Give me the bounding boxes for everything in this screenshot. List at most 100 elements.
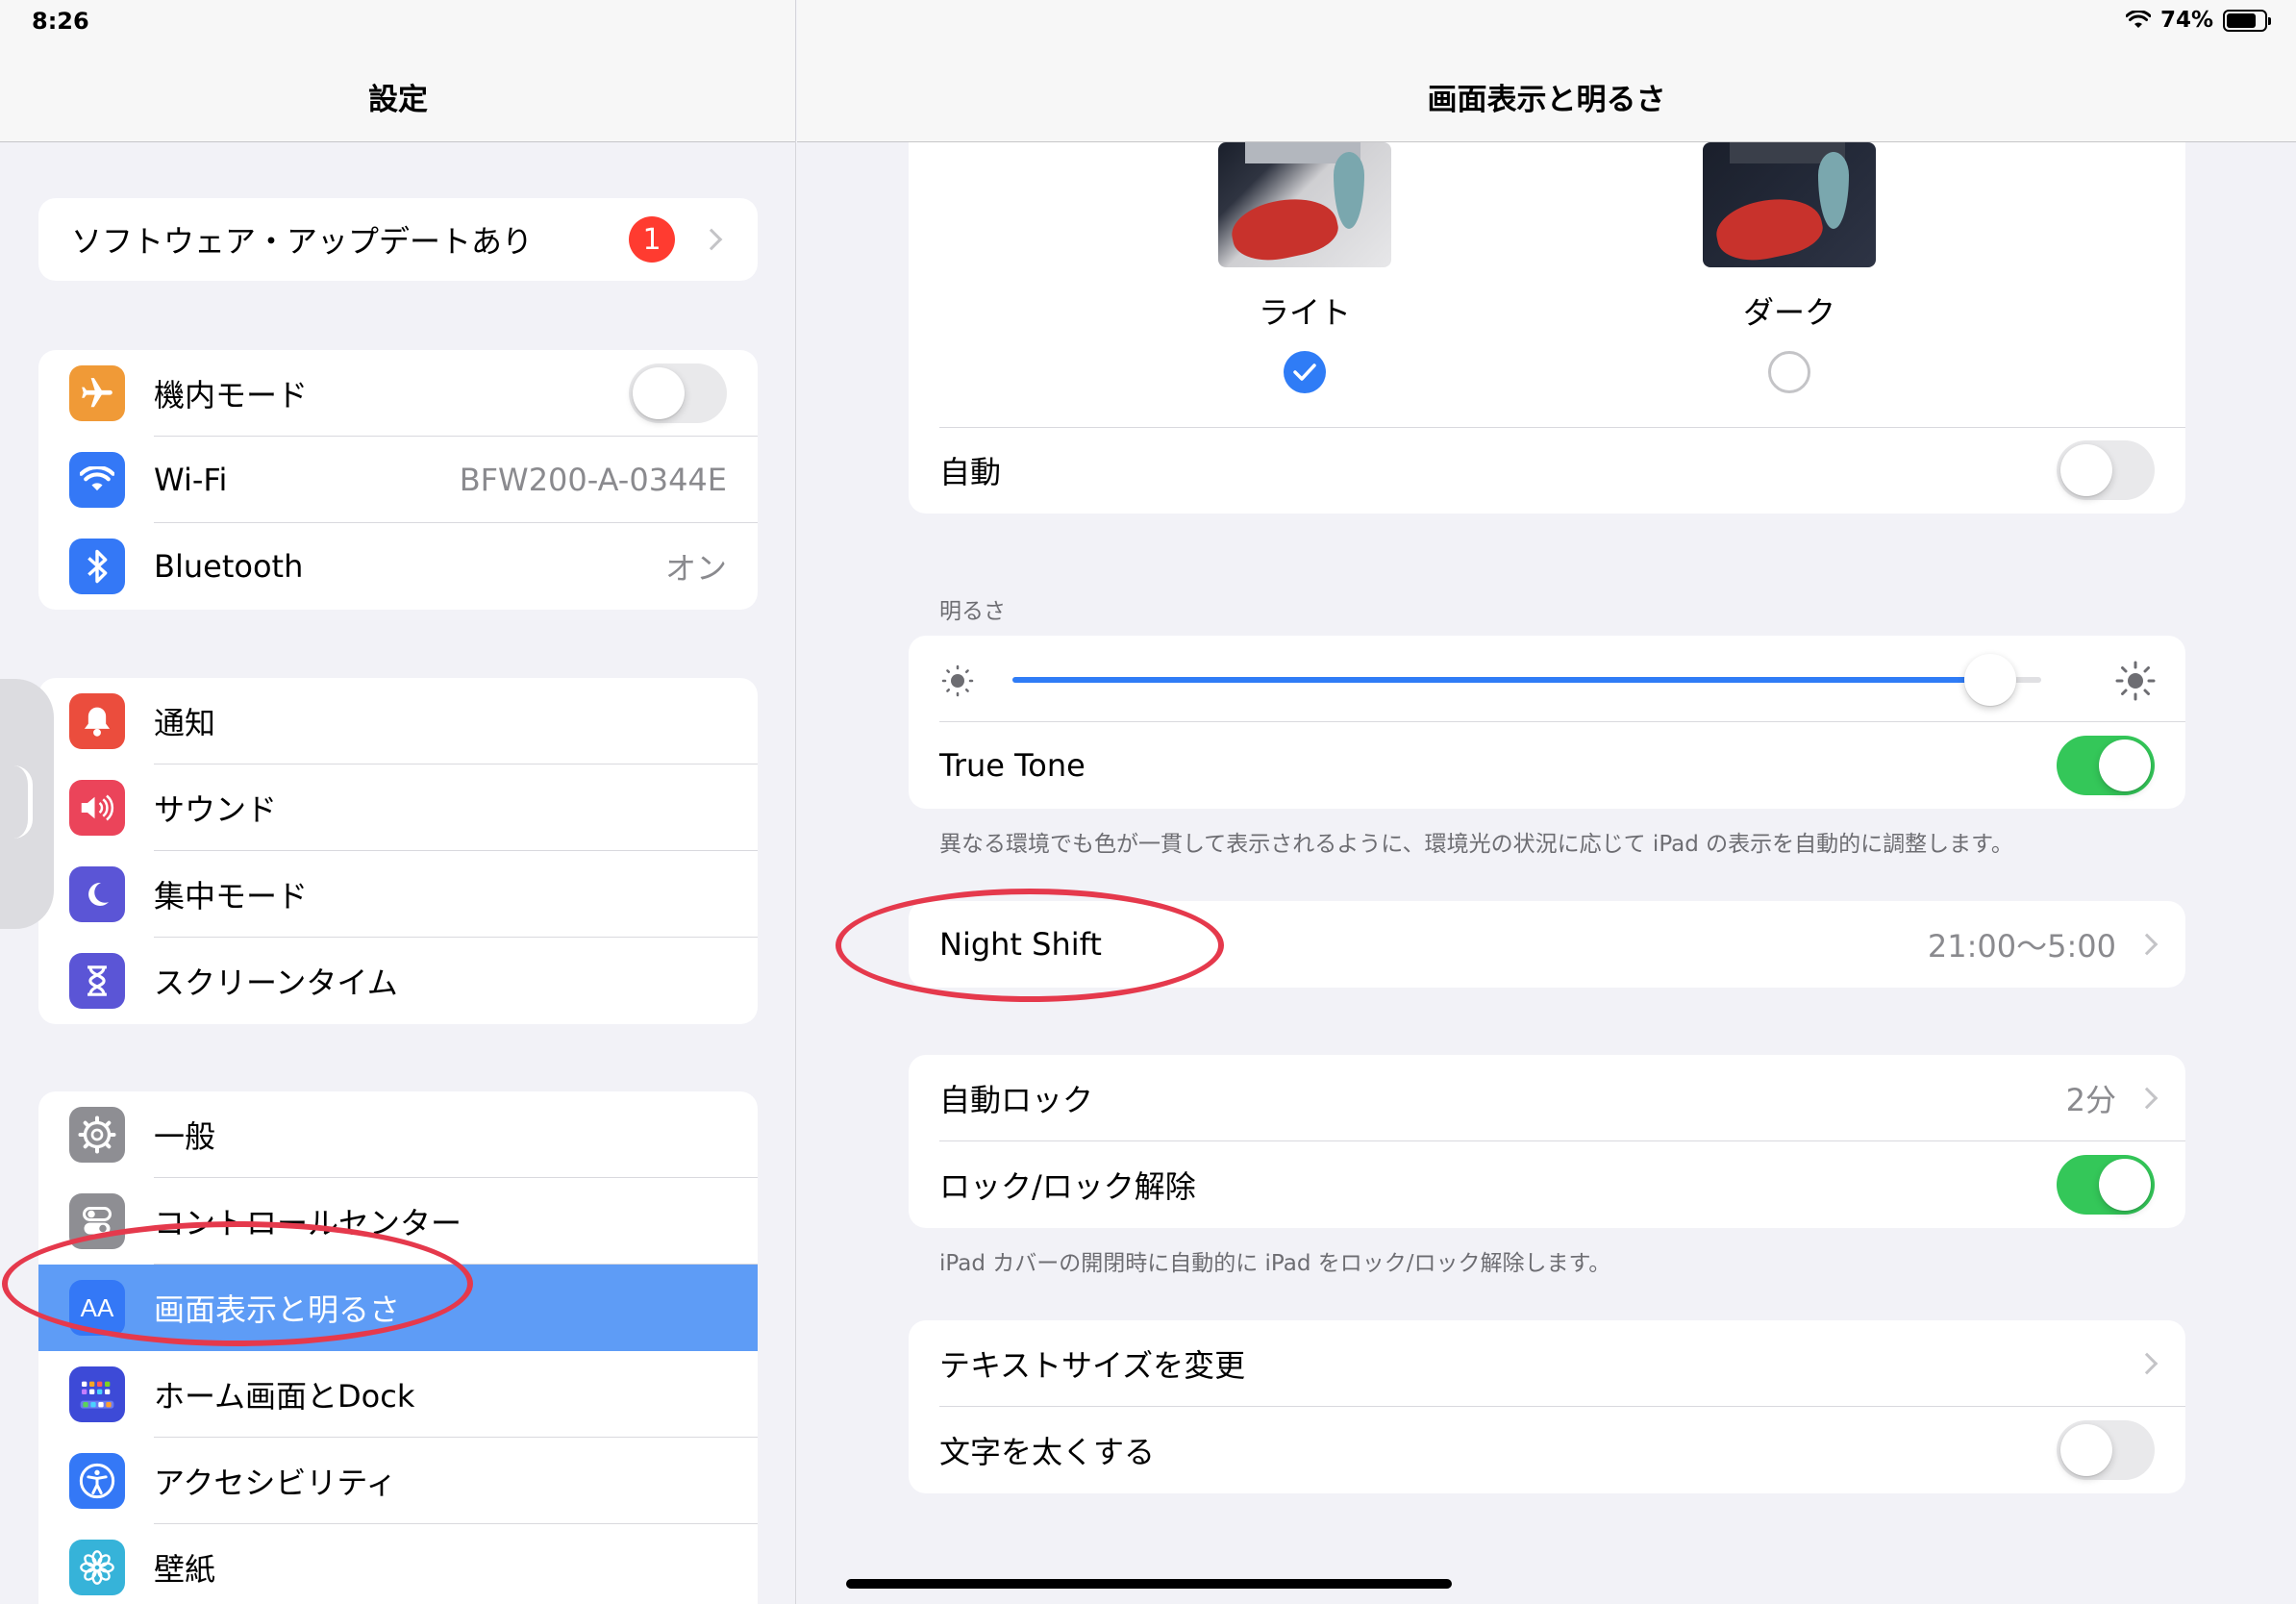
sidebar-item-label: スクリーンタイム <box>154 965 398 1001</box>
true-tone-row: True Tone <box>909 722 2185 809</box>
sidebar-item-label: Bluetooth <box>154 548 304 585</box>
sidebar-item-focus[interactable]: 集中モード <box>38 851 758 938</box>
airplane-icon <box>69 365 125 421</box>
text-size-row[interactable]: テキストサイズを変更 <box>909 1320 2185 1407</box>
update-badge: 1 <box>629 216 675 263</box>
sidebar-item-sounds[interactable]: サウンド <box>38 764 758 851</box>
sidebar-item-label: サウンド <box>154 791 278 828</box>
software-update-label: ソフトウェア・アップデートあり <box>71 223 534 260</box>
dark-mode-label: ダーク <box>1742 294 1835 331</box>
auto-lock-row[interactable]: 自動ロック 2分 <box>909 1055 2185 1141</box>
status-right: 74% <box>2125 8 2271 33</box>
detail-pane: 画面表示と明るさ ライト ダーク 自動 明るさ True Tone 異なる環境で… <box>797 0 2296 1604</box>
bell-icon <box>69 693 125 749</box>
software-update-row[interactable]: ソフトウェア・アップデートあり 1 <box>38 198 758 281</box>
appearance-group: ライト ダーク 自動 <box>909 96 2185 514</box>
brightness-slider-fill <box>1012 677 1990 683</box>
sidebar-item-label: Wi-Fi <box>154 462 228 498</box>
auto-appearance-label: 自動 <box>939 454 1002 490</box>
settings-sidebar: 設定 ソフトウェア・アップデートあり 1 機内モード Wi-Fi BFW200-… <box>0 0 796 1604</box>
sidebar-item-wifi[interactable]: Wi-Fi BFW200-A-0344E <box>38 437 758 523</box>
lock-group: 自動ロック 2分 ロック/ロック解除 <box>909 1055 2185 1228</box>
chevron-right-icon <box>2135 1087 2159 1110</box>
text-size-label: テキストサイズを変更 <box>939 1347 1246 1384</box>
sun-large-icon <box>2115 661 2156 701</box>
battery-icon <box>2223 9 2271 32</box>
general-group: 一般 コントロールセンター AA 画面表示と明るさ ホーム画面とDock アクセ <box>38 1091 758 1604</box>
annotation-ellipse <box>2 1221 473 1346</box>
airplane-mode-toggle[interactable] <box>629 363 727 423</box>
sidebar-item-label: 集中モード <box>154 878 309 915</box>
sun-small-icon <box>941 664 974 697</box>
text-group: テキストサイズを変更 文字を太くする <box>909 1320 2185 1493</box>
gear-icon <box>69 1107 125 1163</box>
night-shift-schedule: 21:00〜5:00 <box>1927 928 2116 965</box>
lock-unlock-row: ロック/ロック解除 <box>909 1141 2185 1228</box>
sidebar-title: 設定 <box>368 83 428 117</box>
home-indicator[interactable] <box>846 1579 1452 1589</box>
sidebar-item-home-screen-dock[interactable]: ホーム画面とDock <box>38 1351 758 1438</box>
sidebar-item-label: 壁紙 <box>154 1551 216 1588</box>
status-time: 8:26 <box>32 8 89 35</box>
lock-unlock-label: ロック/ロック解除 <box>939 1168 1196 1205</box>
sidebar-item-notifications[interactable]: 通知 <box>38 678 758 764</box>
brightness-slider-knob[interactable] <box>1963 654 2016 706</box>
sidebar-item-general[interactable]: 一般 <box>38 1091 758 1178</box>
sidebar-item-screen-time[interactable]: スクリーンタイム <box>38 938 758 1024</box>
auto-lock-value: 2分 <box>2065 1082 2116 1118</box>
dark-mode-preview[interactable] <box>1703 142 1876 267</box>
accessibility-icon <box>69 1453 125 1509</box>
battery-percent: 74% <box>2159 8 2213 33</box>
sidebar-item-wallpaper[interactable]: 壁紙 <box>38 1524 758 1604</box>
brightness-group: True Tone <box>909 636 2185 809</box>
flower-icon <box>69 1540 125 1595</box>
chevron-right-icon <box>13 765 33 839</box>
annotation-ellipse <box>836 889 1224 1002</box>
auto-appearance-row: 自動 <box>909 427 2185 514</box>
wifi-network-name: BFW200-A-0344E <box>459 462 727 498</box>
status-bar: 8:26 74% <box>0 0 2296 46</box>
wifi-icon <box>69 452 125 508</box>
sidebar-item-bluetooth[interactable]: Bluetooth オン <box>38 523 758 610</box>
bold-text-row: 文字を太くする <box>909 1407 2185 1493</box>
notifications-group: 通知 サウンド 集中モード スクリーンタイム <box>38 678 758 1024</box>
connectivity-group: 機内モード Wi-Fi BFW200-A-0344E Bluetooth オン <box>38 350 758 610</box>
hourglass-icon <box>69 953 125 1009</box>
light-mode-radio[interactable] <box>1284 351 1326 393</box>
sidebar-item-label: 機内モード <box>154 377 309 414</box>
detail-title: 画面表示と明るさ <box>1427 83 1666 117</box>
sidebar-item-label: ホーム画面とDock <box>154 1378 415 1415</box>
auto-appearance-toggle[interactable] <box>2057 440 2155 500</box>
true-tone-label: True Tone <box>939 747 1086 784</box>
wifi-status-icon <box>2125 11 2151 28</box>
true-tone-toggle[interactable] <box>2057 736 2155 795</box>
bluetooth-icon <box>69 539 125 594</box>
dark-mode-radio[interactable] <box>1768 351 1810 393</box>
sidebar-item-label: アクセシビリティ <box>154 1465 397 1501</box>
sidebar-item-label: 通知 <box>154 705 216 741</box>
lock-unlock-toggle[interactable] <box>2057 1155 2155 1215</box>
true-tone-footnote: 異なる環境でも色が一貫して表示されるように、環境光の状況に応じて iPad の表… <box>939 832 2013 857</box>
chevron-right-icon <box>700 228 723 251</box>
light-mode-preview[interactable] <box>1218 142 1391 267</box>
brightness-slider[interactable] <box>1012 654 2041 706</box>
brightness-section-label: 明るさ <box>939 599 1006 624</box>
bold-text-toggle[interactable] <box>2057 1420 2155 1480</box>
checkmark-icon <box>1293 363 1316 381</box>
sidebar-item-airplane-mode[interactable]: 機内モード <box>38 350 758 437</box>
lock-footnote: iPad カバーの開閉時に自動的に iPad をロック/ロック解除します。 <box>939 1251 1611 1276</box>
chevron-right-icon <box>2135 933 2159 956</box>
sidebar-resize-handle[interactable] <box>0 679 54 929</box>
bold-text-label: 文字を太くする <box>939 1434 1156 1470</box>
chevron-right-icon <box>2135 1352 2159 1375</box>
light-mode-label: ライト <box>1258 294 1351 331</box>
sidebar-item-accessibility[interactable]: アクセシビリティ <box>38 1438 758 1524</box>
sidebar-item-label: 一般 <box>154 1118 216 1155</box>
bluetooth-status: オン <box>664 550 727 587</box>
auto-lock-label: 自動ロック <box>939 1082 1094 1118</box>
grid-icon <box>69 1366 125 1422</box>
update-group: ソフトウェア・アップデートあり 1 <box>38 198 758 281</box>
speaker-icon <box>69 780 125 836</box>
brightness-slider-row <box>909 636 2185 722</box>
moon-icon <box>69 866 125 922</box>
